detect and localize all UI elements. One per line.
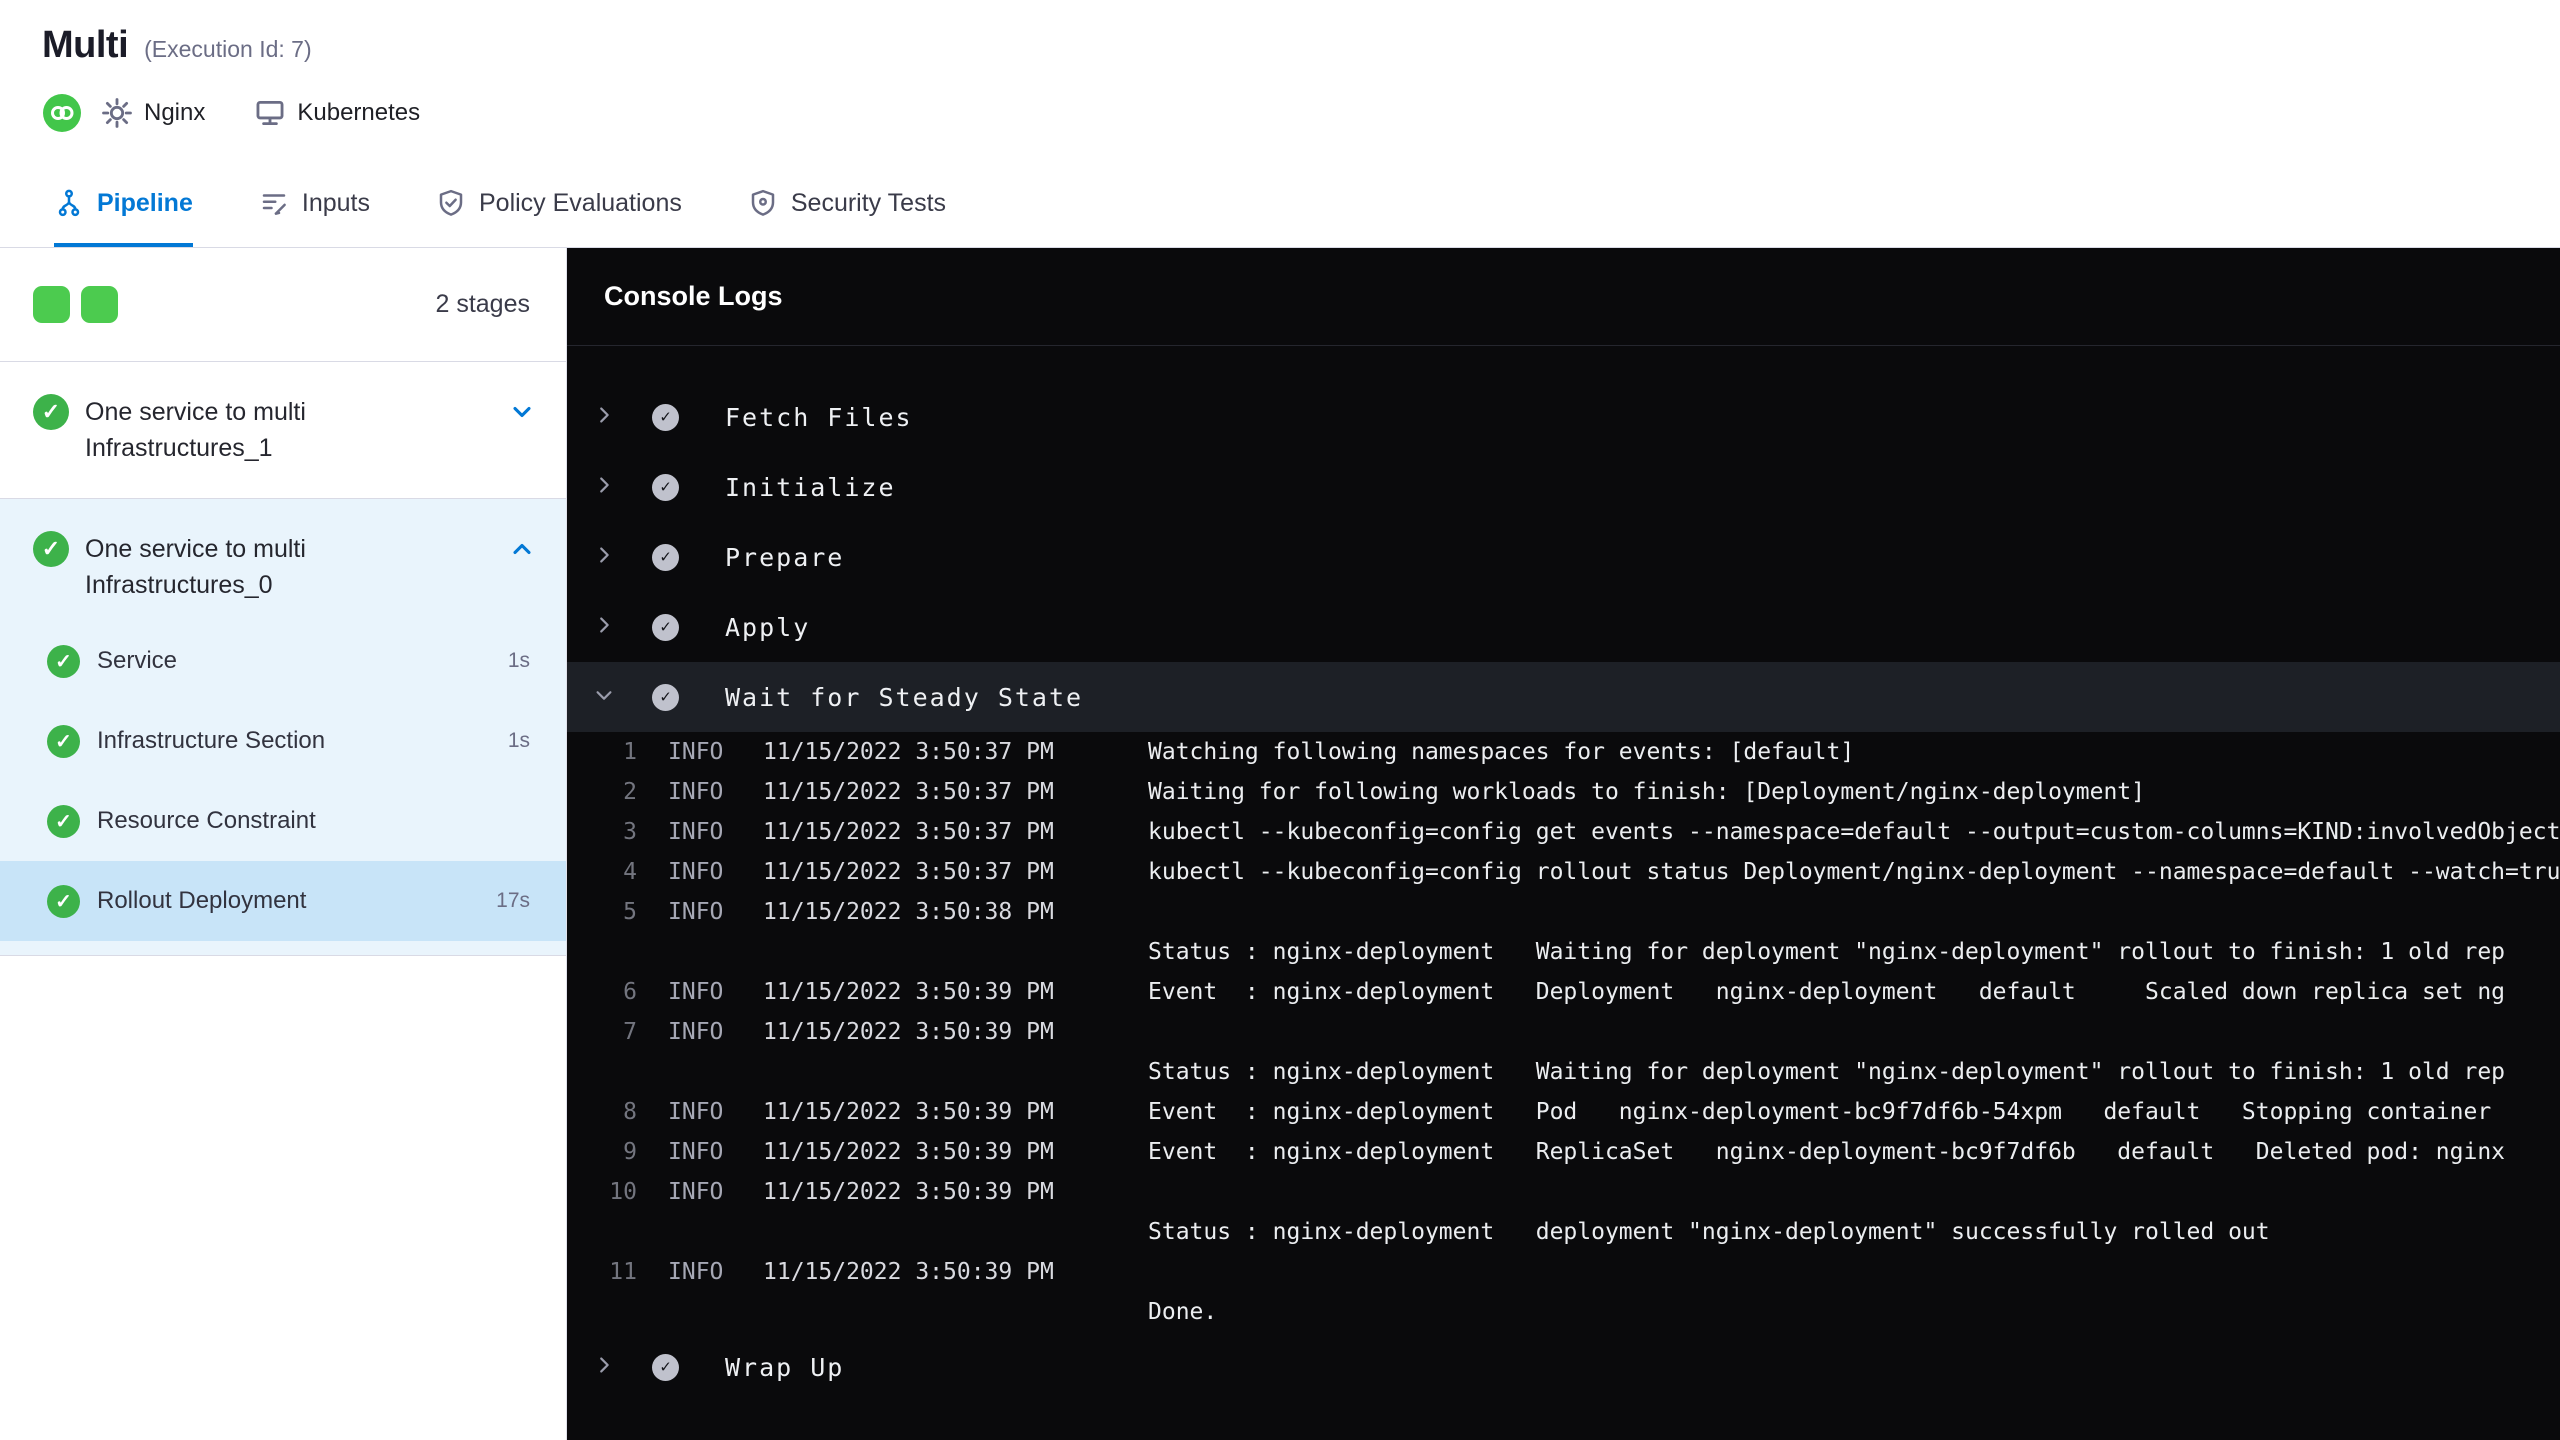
log-line: Status : nginx-deployment deployment "ng… bbox=[1148, 1219, 2270, 1245]
pipeline-step[interactable]: Infrastructure Section 1s bbox=[0, 701, 566, 781]
tab-policy-evaluations-label: Policy Evaluations bbox=[478, 188, 682, 217]
console-title: Console Logs bbox=[604, 281, 783, 311]
step-duration: 1s bbox=[507, 649, 530, 672]
pipeline-icon bbox=[54, 188, 84, 218]
log-line: Status : nginx-deployment Waiting for de… bbox=[1148, 939, 2506, 965]
execution-meta-row: Nginx Kubernetes bbox=[42, 93, 2560, 133]
console-step-name: Prepare bbox=[725, 542, 845, 572]
log-line: 6 INFO 11/15/2022 3:50:39 PM Event : nginx-… bbox=[623, 979, 2506, 1005]
step-label: Rollout Deployment bbox=[97, 887, 307, 914]
tab-security-tests[interactable]: Security Tests bbox=[748, 163, 946, 247]
success-check-icon bbox=[47, 884, 80, 918]
execution-header: Multi (Execution Id: 7) Nginx Kubernetes bbox=[0, 0, 2560, 163]
title-row: Multi (Execution Id: 7) bbox=[42, 24, 2560, 67]
console-step-initialize[interactable]: Initialize bbox=[567, 452, 2560, 522]
console-step-fetch-files[interactable]: Fetch Files bbox=[567, 382, 2560, 452]
step-success-icon bbox=[652, 683, 679, 711]
step-duration: 17s bbox=[496, 889, 530, 912]
gear-icon bbox=[100, 96, 134, 130]
environment-icon bbox=[253, 96, 287, 130]
console-step-apply[interactable]: Apply bbox=[567, 592, 2560, 662]
inputs-icon bbox=[259, 188, 289, 218]
chevron-up-icon[interactable] bbox=[508, 535, 536, 563]
tab-inputs[interactable]: Inputs bbox=[259, 163, 370, 247]
stage-sidebar: 2 stages One service to multi Infrastruc… bbox=[0, 248, 567, 1440]
success-check-icon bbox=[47, 804, 80, 838]
pipeline-step[interactable]: Service 1s bbox=[0, 621, 566, 701]
stages-summary: 2 stages bbox=[0, 248, 566, 362]
execution-id: (Execution Id: 7) bbox=[144, 36, 312, 62]
tab-security-tests-label: Security Tests bbox=[790, 188, 947, 217]
stage-item-infrastructures-1[interactable]: One service to multi Infrastructures_1 bbox=[0, 362, 566, 499]
tab-policy-evaluations[interactable]: Policy Evaluations bbox=[436, 163, 682, 247]
console-step-name: Wrap Up bbox=[725, 1352, 845, 1382]
step-success-icon bbox=[652, 1353, 679, 1381]
stage-label: One service to multi Infrastructures_1 bbox=[85, 398, 306, 462]
execution-body: 2 stages One service to multi Infrastruc… bbox=[0, 248, 2560, 1440]
log-line: 11 INFO 11/15/2022 3:50:39 PM bbox=[609, 1259, 1054, 1285]
log-line: 7 INFO 11/15/2022 3:50:39 PM bbox=[623, 1019, 1054, 1045]
console-step-name: Wait for Steady State bbox=[725, 682, 1084, 712]
pipeline-step[interactable]: Rollout Deployment 17s bbox=[0, 861, 566, 941]
console-step-prepare[interactable]: Prepare bbox=[567, 522, 2560, 592]
stage-item-infrastructures-0-card: One service to multi Infrastructures_0 S… bbox=[0, 499, 566, 956]
success-check-icon bbox=[47, 644, 80, 678]
log-line: 4 INFO 11/15/2022 3:50:37 PM kubectl --kube… bbox=[623, 859, 2560, 885]
chevron-right-icon[interactable] bbox=[593, 544, 619, 570]
step-duration: 1s bbox=[507, 729, 530, 752]
stage-steps: Service 1s Infrastructure Section 1s Res… bbox=[0, 621, 566, 941]
log-lines: 1 INFO 11/15/2022 3:50:37 PM Watching follo… bbox=[567, 732, 2560, 1332]
stage-status-square bbox=[81, 286, 118, 323]
console-panel: Console Logs Fetch Files Initialize Prepar… bbox=[567, 248, 2560, 1440]
console-step-wrap-up[interactable]: Wrap Up bbox=[567, 1332, 2560, 1402]
log-line: 8 INFO 11/15/2022 3:50:39 PM Event : nginx-… bbox=[623, 1099, 2492, 1125]
step-success-icon bbox=[652, 543, 679, 571]
tab-pipeline-label: Pipeline bbox=[97, 188, 193, 217]
pipeline-step[interactable]: Resource Constraint bbox=[0, 781, 566, 861]
service-name[interactable]: Nginx bbox=[144, 99, 205, 127]
step-label: Resource Constraint bbox=[97, 807, 316, 834]
chevron-right-icon[interactable] bbox=[593, 614, 619, 640]
log-line: 3 INFO 11/15/2022 3:50:37 PM kubectl --kube… bbox=[623, 819, 2560, 845]
environment-name[interactable]: Kubernetes bbox=[297, 99, 420, 127]
stage-label: One service to multi Infrastructures_0 bbox=[85, 535, 306, 599]
console-step-wait-for-steady-state[interactable]: Wait for Steady State bbox=[567, 662, 2560, 732]
step-success-icon bbox=[652, 473, 679, 501]
console-step-name: Initialize bbox=[725, 472, 896, 502]
success-check-icon bbox=[33, 531, 69, 567]
step-success-icon bbox=[652, 403, 679, 431]
chevron-right-icon[interactable] bbox=[593, 404, 619, 430]
stage-item-infrastructures-0[interactable]: One service to multi Infrastructures_0 bbox=[0, 499, 566, 621]
shield-check-icon bbox=[436, 188, 466, 218]
log-line: Status : nginx-deployment Waiting for de… bbox=[1148, 1059, 2506, 1085]
chevron-right-icon[interactable] bbox=[593, 1354, 619, 1380]
chevron-down-icon[interactable] bbox=[593, 684, 619, 710]
service-status-icon bbox=[42, 93, 82, 133]
step-label: Infrastructure Section bbox=[97, 727, 326, 754]
console-step-name: Fetch Files bbox=[725, 402, 913, 432]
step-label: Service bbox=[97, 647, 178, 674]
tab-pipeline[interactable]: Pipeline bbox=[54, 163, 193, 247]
stages-count: 2 stages bbox=[435, 290, 530, 318]
page-title: Multi bbox=[42, 24, 129, 66]
success-check-icon bbox=[47, 724, 80, 758]
stage-status-square bbox=[33, 286, 70, 323]
chevron-down-icon[interactable] bbox=[508, 398, 536, 426]
step-success-icon bbox=[652, 613, 679, 641]
log-line: 9 INFO 11/15/2022 3:50:39 PM Event : nginx-… bbox=[623, 1139, 2506, 1165]
console-log-area: Fetch Files Initialize Prepare Apply Wait fo… bbox=[567, 346, 2560, 1402]
shield-icon bbox=[748, 188, 778, 218]
log-line: 5 INFO 11/15/2022 3:50:38 PM bbox=[623, 899, 1054, 925]
log-line: 10 INFO 11/15/2022 3:50:39 PM bbox=[609, 1179, 1054, 1205]
console-header: Console Logs bbox=[567, 248, 2560, 346]
chevron-right-icon[interactable] bbox=[593, 474, 619, 500]
log-line: 1 INFO 11/15/2022 3:50:37 PM Watching follo… bbox=[623, 739, 1855, 765]
tab-inputs-label: Inputs bbox=[301, 188, 370, 217]
log-line: 2 INFO 11/15/2022 3:50:37 PM Waiting for fo… bbox=[623, 779, 2145, 805]
log-line: Done. bbox=[1148, 1299, 1218, 1325]
success-check-icon bbox=[33, 394, 69, 430]
tab-bar: Pipeline Inputs Policy Evaluations Secur… bbox=[0, 163, 2560, 248]
console-step-name: Apply bbox=[725, 612, 811, 642]
